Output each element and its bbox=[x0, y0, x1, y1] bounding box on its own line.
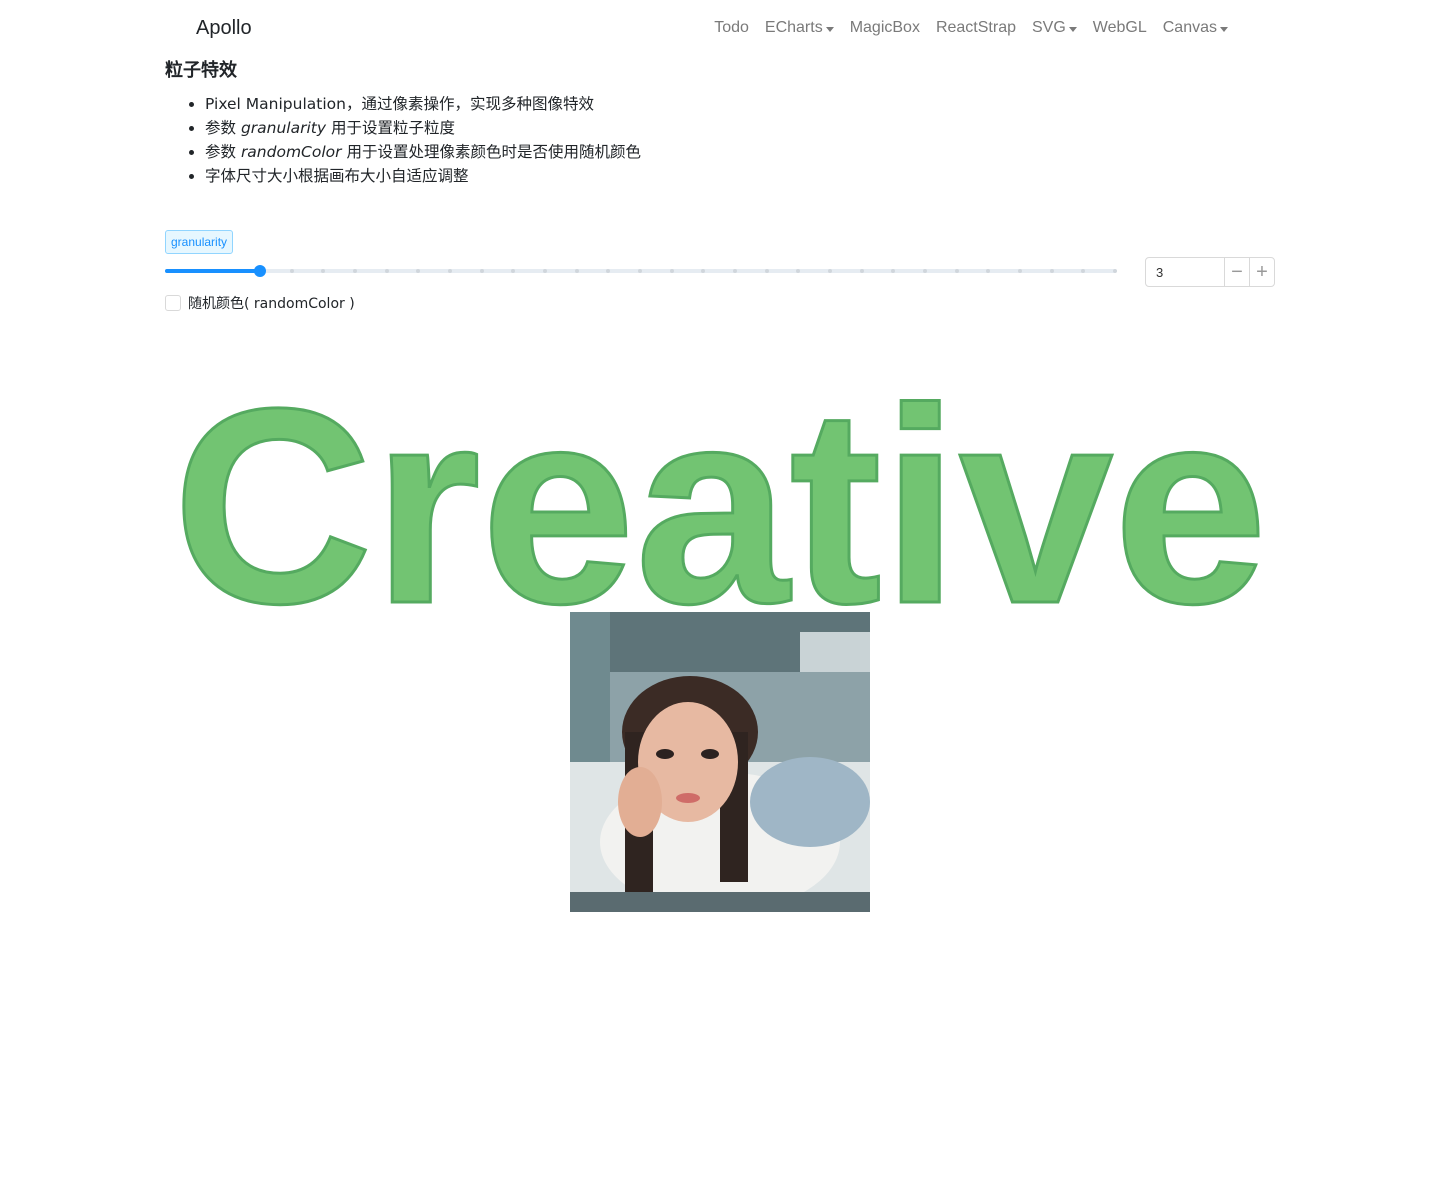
slider-step-dot bbox=[733, 269, 737, 273]
granularity-tag: granularity bbox=[165, 230, 234, 254]
bullet-text: 参数 bbox=[205, 119, 241, 137]
slider-step-dot bbox=[828, 269, 832, 273]
granularity-slider[interactable] bbox=[163, 261, 1117, 281]
slider-step-dot bbox=[859, 269, 864, 273]
plus-icon: + bbox=[1256, 261, 1268, 283]
bullet-text: 用于设置处理像素颜色时是否使用随机颜色 bbox=[341, 143, 641, 161]
page-title: 粒子特效 bbox=[165, 60, 237, 81]
nav-link-todo[interactable]: Todo bbox=[706, 16, 757, 40]
slider-step-dot bbox=[923, 269, 927, 273]
granularity-input[interactable] bbox=[1146, 258, 1224, 286]
random-color-label: 随机颜色( randomColor ) bbox=[188, 296, 355, 312]
brand-link[interactable]: Apollo bbox=[196, 16, 252, 40]
minus-icon: − bbox=[1231, 261, 1243, 283]
decrement-button[interactable]: − bbox=[1224, 258, 1249, 286]
bullet-text: 参数 bbox=[205, 143, 241, 161]
nav-label: ReactStrap bbox=[935, 19, 1016, 36]
random-color-checkbox[interactable] bbox=[165, 295, 181, 311]
nav-link-magicbox[interactable]: MagicBox bbox=[842, 16, 928, 40]
bullet-text: Pixel Manipulation，通过像素操作，实现多种图像特效 bbox=[205, 95, 594, 113]
nav-link-webgl[interactable]: WebGL bbox=[1085, 16, 1155, 40]
slider-track bbox=[165, 269, 260, 273]
slider-step-dot bbox=[479, 269, 484, 273]
slider-step-dot bbox=[1113, 269, 1117, 273]
nav-link-canvas[interactable]: Canvas bbox=[1155, 16, 1236, 40]
nav-links: Todo ECharts MagicBox ReactStrap SVG Web… bbox=[706, 16, 1236, 40]
caret-down-icon bbox=[1220, 26, 1228, 32]
nav-label: WebGL bbox=[1092, 19, 1147, 36]
increment-button[interactable]: + bbox=[1249, 258, 1274, 286]
particle-canvas: Creative bbox=[171, 380, 1269, 610]
slider-step-dot bbox=[195, 269, 199, 273]
slider-step-dot bbox=[954, 269, 959, 273]
caret-down-icon bbox=[1068, 26, 1077, 32]
list-item: 参数 randomColor 用于设置处理像素颜色时是否使用随机颜色 bbox=[205, 140, 641, 164]
list-item: 字体尺寸大小根据画布大小自适应调整 bbox=[205, 164, 641, 188]
bullet-text: 字体尺寸大小根据画布大小自适应调整 bbox=[205, 167, 469, 185]
nav-label: SVG bbox=[1032, 19, 1066, 36]
nav-label: Canvas bbox=[1162, 19, 1217, 36]
description-list: Pixel Manipulation，通过像素操作，实现多种图像特效 参数 gr… bbox=[165, 92, 641, 188]
slider-step-dot bbox=[1049, 269, 1054, 273]
slider-step-dot bbox=[353, 269, 357, 273]
nav-label: ECharts bbox=[764, 19, 823, 36]
portrait-image bbox=[570, 612, 870, 912]
bullet-text: 用于设置粒子粒度 bbox=[326, 119, 455, 137]
nav-link-reactstrap[interactable]: ReactStrap bbox=[928, 16, 1024, 40]
nav-label: Todo bbox=[714, 19, 749, 36]
list-item: 参数 granularity 用于设置粒子粒度 bbox=[205, 116, 641, 140]
slider-step-dot bbox=[289, 269, 294, 273]
param-name: granularity bbox=[240, 119, 327, 137]
slider-step-dot bbox=[1018, 269, 1022, 273]
slider-step-dot bbox=[543, 269, 547, 273]
slider-step-dot bbox=[764, 269, 769, 273]
navbar: Apollo Todo ECharts MagicBox ReactStrap … bbox=[0, 0, 1440, 56]
slider-step-dot bbox=[448, 269, 452, 273]
slider-step-dot bbox=[669, 269, 674, 273]
slider-step-dot bbox=[574, 269, 579, 273]
slider-step-dot bbox=[384, 269, 389, 273]
nav-label: MagicBox bbox=[849, 19, 920, 36]
param-name: randomColor bbox=[240, 143, 342, 161]
caret-down-icon bbox=[825, 26, 834, 32]
nav-link-svg[interactable]: SVG bbox=[1024, 16, 1085, 40]
slider-step-dot bbox=[638, 269, 642, 273]
nav-link-echarts[interactable]: ECharts bbox=[757, 16, 842, 40]
creative-text: Creative bbox=[173, 380, 1268, 610]
random-color-option[interactable]: 随机颜色( randomColor ) bbox=[165, 293, 355, 313]
list-item: Pixel Manipulation，通过像素操作，实现多种图像特效 bbox=[205, 92, 641, 116]
slider-step-dot bbox=[163, 269, 167, 273]
slider-handle[interactable] bbox=[254, 265, 266, 277]
pixelated-photo bbox=[570, 612, 870, 912]
granularity-stepper: − + bbox=[1145, 257, 1275, 287]
